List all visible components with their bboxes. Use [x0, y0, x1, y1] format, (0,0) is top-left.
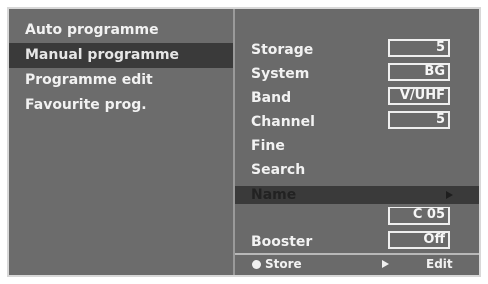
name-label: Name [251, 187, 297, 203]
name-row[interactable]: Name [235, 186, 479, 204]
system-value[interactable]: BG [388, 63, 450, 81]
booster-label: Booster [251, 234, 313, 250]
band-label: Band [251, 90, 292, 106]
menu-item-manual-programme[interactable]: Manual programme [9, 43, 233, 68]
search-label: Search [251, 162, 306, 178]
menu-item-programme-edit[interactable]: Programme edit [9, 68, 233, 93]
manual-programme-panel: Storage 5 System BG Band V/UHF Channel 5… [235, 9, 479, 275]
store-hint[interactable]: Store [265, 255, 302, 273]
storage-value[interactable]: 5 [388, 39, 450, 57]
menu-item-label: Favourite prog. [25, 97, 147, 113]
menu-item-favourite-prog[interactable]: Favourite prog. [9, 93, 233, 118]
menu-item-label: Manual programme [25, 47, 180, 63]
channel-value[interactable]: 5 [388, 111, 450, 129]
tv-menu-screen: Auto programme Manual programme Programm… [7, 7, 481, 277]
menu-item-label: Programme edit [25, 72, 153, 88]
main-menu-panel: Auto programme Manual programme Programm… [9, 9, 233, 275]
help-footer: Store Edit [235, 253, 479, 275]
circle-button-icon [252, 260, 261, 269]
band-value[interactable]: V/UHF [388, 87, 450, 105]
fine-label: Fine [251, 138, 285, 154]
name-value[interactable]: C 05 [388, 207, 450, 225]
menu-item-auto-programme[interactable]: Auto programme [9, 18, 233, 43]
edit-hint[interactable]: Edit [426, 255, 453, 273]
right-arrow-icon [382, 260, 389, 268]
menu-item-label: Auto programme [25, 22, 159, 38]
storage-label: Storage [251, 42, 314, 58]
system-label: System [251, 66, 310, 82]
channel-label: Channel [251, 114, 315, 130]
right-arrow-icon [446, 191, 453, 199]
booster-value[interactable]: Off [388, 231, 450, 249]
